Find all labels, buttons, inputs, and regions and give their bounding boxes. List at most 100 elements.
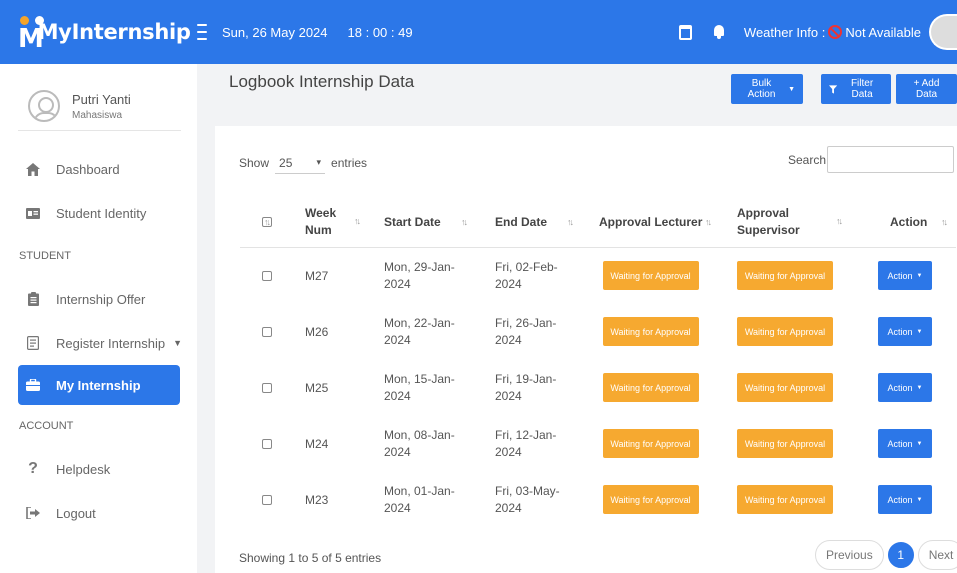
end-date: Fri, 12-Jan-2024 bbox=[495, 427, 557, 459]
search-input[interactable] bbox=[827, 146, 954, 173]
filter-data-button[interactable]: Filter Data bbox=[821, 74, 891, 104]
action-cell: Action ▼ bbox=[854, 472, 956, 527]
chevron-down-icon: ▾ bbox=[316, 157, 322, 167]
weather-label: Weather Info : bbox=[743, 24, 826, 40]
divider bbox=[18, 130, 181, 131]
sort-icon[interactable]: ↑↓ bbox=[264, 217, 271, 227]
logout-icon bbox=[26, 506, 40, 520]
add-data-button[interactable]: + Add Data bbox=[896, 74, 957, 104]
row-action-button[interactable]: Action ▼ bbox=[878, 261, 932, 290]
current-time: 18 : 00 : 49 bbox=[347, 24, 413, 40]
sidebar-item-label: My Internship bbox=[56, 377, 141, 393]
col-end-date[interactable]: End Date ↑↓ bbox=[479, 196, 585, 247]
row-action-label: Action bbox=[887, 438, 913, 449]
col-end-date-label: End Date bbox=[495, 214, 548, 229]
status-badge: Waiting for Approval bbox=[737, 317, 833, 346]
status-badge: Waiting for Approval bbox=[737, 261, 833, 290]
week-num: M27 bbox=[305, 268, 329, 283]
start-date-cell: Mon, 01-Jan-2024 bbox=[372, 472, 479, 527]
clipboard-icon bbox=[26, 292, 40, 306]
start-date: Mon, 08-Jan-2024 bbox=[384, 427, 455, 459]
week-num-cell: M26 bbox=[286, 304, 372, 359]
question-icon: ? bbox=[28, 460, 38, 477]
col-start-date[interactable]: Start Date ↑↓ bbox=[372, 196, 479, 247]
status-badge: Waiting for Approval bbox=[737, 429, 833, 458]
profile-role: Mahasiswa bbox=[72, 109, 123, 121]
action-cell: Action ▼ bbox=[854, 360, 956, 415]
row-action-button[interactable]: Action ▼ bbox=[878, 429, 932, 458]
status-badge: Waiting for Approval bbox=[602, 317, 699, 346]
page-length-control: Show 25 ▾ entries bbox=[239, 152, 367, 174]
sidebar: Putri Yanti Mahasiswa Dashboard Student … bbox=[0, 64, 197, 573]
sidebar-item-helpdesk[interactable]: ? Helpdesk bbox=[0, 447, 197, 491]
user-profile: Putri Yanti Mahasiswa bbox=[0, 64, 197, 130]
sidebar-item-internship-offer[interactable]: Internship Offer bbox=[0, 277, 197, 321]
sidebar-item-dashboard[interactable]: Dashboard bbox=[0, 147, 197, 191]
sort-icon: ↑↓ bbox=[354, 216, 361, 226]
sidebar-item-register-internship[interactable]: Register Internship ▼ bbox=[0, 321, 197, 365]
col-approval-supervisor[interactable]: Approval Supervisor ↑↓ bbox=[719, 196, 854, 247]
sidebar-item-label: Dashboard bbox=[56, 161, 120, 177]
row-checkbox[interactable] bbox=[262, 382, 272, 393]
page-length-select[interactable]: 25 ▾ bbox=[275, 152, 326, 174]
start-date: Mon, 01-Jan-2024 bbox=[384, 483, 455, 515]
bulk-action-button[interactable]: Bulk Action ▼ bbox=[731, 74, 803, 104]
logbook-table: ↑↓ Week Num ↑↓ Start Date ↑↓ End Date ↑↓… bbox=[240, 196, 956, 528]
next-page-button[interactable]: Next bbox=[917, 540, 957, 570]
add-data-label: + Add Data bbox=[913, 78, 940, 100]
approval-supervisor-cell: Waiting for Approval bbox=[719, 472, 854, 527]
section-account: ACCOUNT bbox=[19, 420, 74, 432]
form-icon bbox=[26, 336, 40, 350]
approval-supervisor-cell: Waiting for Approval bbox=[719, 360, 854, 415]
briefcase-icon bbox=[26, 378, 40, 392]
sort-icon: ↑↓ bbox=[567, 216, 574, 227]
brand[interactable]: M MyInternship bbox=[0, 0, 207, 64]
row-checkbox[interactable] bbox=[262, 270, 272, 281]
user-avatar[interactable] bbox=[929, 14, 957, 50]
week-num-cell: M24 bbox=[286, 416, 372, 471]
col-week-num[interactable]: Week Num ↑↓ bbox=[286, 196, 372, 247]
caret-down-icon: ▼ bbox=[916, 496, 923, 503]
row-action-label: Action bbox=[887, 326, 913, 337]
start-date-cell: Mon, 22-Jan-2024 bbox=[372, 304, 479, 359]
row-action-label: Action bbox=[887, 494, 913, 505]
sidebar-item-student-identity[interactable]: Student Identity bbox=[0, 191, 197, 235]
row-action-button[interactable]: Action ▼ bbox=[878, 317, 932, 346]
calendar-icon[interactable] bbox=[678, 24, 692, 40]
hamburger-menu-icon[interactable] bbox=[196, 24, 207, 40]
col-action[interactable]: Action ↑↓ bbox=[854, 196, 956, 247]
sidebar-item-label: Internship Offer bbox=[56, 291, 146, 307]
row-checkbox[interactable] bbox=[262, 438, 272, 449]
approval-lecturer-cell: Waiting for Approval bbox=[585, 360, 719, 415]
sidebar-item-my-internship[interactable]: My Internship bbox=[18, 365, 180, 405]
caret-down-icon: ▼ bbox=[916, 440, 923, 447]
page-1-button[interactable]: 1 bbox=[887, 542, 914, 568]
chevron-down-icon: ▼ bbox=[173, 338, 183, 348]
table-row: M23 Mon, 01-Jan-2024 Fri, 03-May-2024 Waiti… bbox=[240, 472, 956, 528]
previous-page-button[interactable]: Previous bbox=[815, 540, 884, 570]
bell-icon[interactable] bbox=[712, 24, 726, 40]
row-checkbox[interactable] bbox=[262, 494, 272, 505]
week-num: M24 bbox=[305, 436, 329, 451]
caret-down-icon: ▼ bbox=[916, 384, 923, 391]
approval-lecturer-cell: Waiting for Approval bbox=[585, 416, 719, 471]
col-approval-lecturer[interactable]: Approval Lecturer ↑↓ bbox=[585, 196, 719, 247]
row-action-label: Action bbox=[887, 382, 913, 393]
week-num: M25 bbox=[305, 380, 329, 395]
col-action-label: Action bbox=[890, 214, 928, 229]
row-action-button[interactable]: Action ▼ bbox=[878, 485, 932, 514]
brand-name: MyInternship bbox=[37, 20, 191, 44]
sidebar-item-label: Logout bbox=[56, 505, 96, 521]
end-date: Fri, 02-Feb-2024 bbox=[495, 259, 558, 291]
logbook-card: Show 25 ▾ entries Search: ↑↓ Week Num ↑↓ bbox=[215, 126, 957, 573]
end-date-cell: Fri, 12-Jan-2024 bbox=[479, 416, 585, 471]
sort-icon: ↑↓ bbox=[941, 216, 948, 227]
approval-supervisor-cell: Waiting for Approval bbox=[719, 416, 854, 471]
weather-value: Not Available bbox=[845, 24, 921, 40]
row-action-button[interactable]: Action ▼ bbox=[878, 373, 932, 402]
row-checkbox[interactable] bbox=[262, 326, 272, 337]
top-navbar: M MyInternship Sun, 26 May 2024 18 : 00 … bbox=[0, 0, 957, 64]
row-action-label: Action bbox=[887, 270, 913, 281]
brand-logo-icon: M bbox=[18, 12, 44, 52]
sidebar-item-logout[interactable]: Logout bbox=[0, 491, 197, 535]
